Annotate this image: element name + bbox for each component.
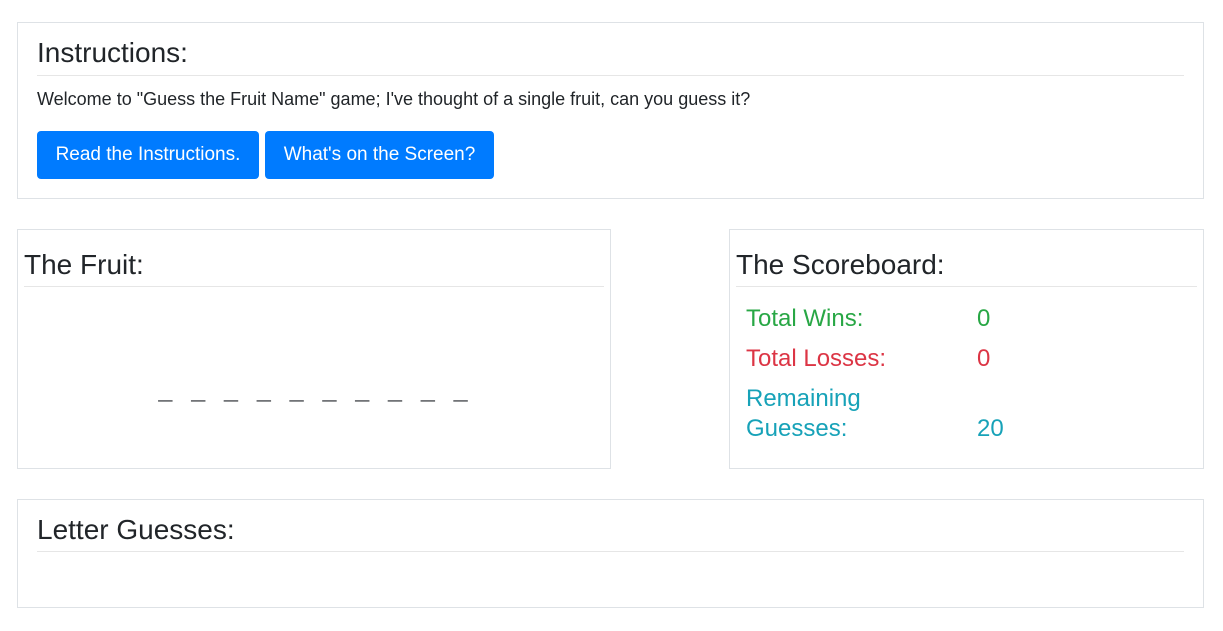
remaining-label: Remaining Guesses:	[746, 385, 861, 442]
read-instructions-button[interactable]: Read the Instructions.	[37, 131, 259, 179]
whats-on-screen-button[interactable]: What's on the Screen?	[265, 131, 494, 179]
losses-value: 0	[977, 345, 991, 372]
fruit-panel: The Fruit: _ _ _ _ _ _ _ _ _ _	[17, 229, 611, 469]
wins-value: 0	[977, 305, 991, 332]
letter-guesses-panel: Letter Guesses:	[17, 499, 1204, 608]
losses-label: Total Losses:	[746, 345, 887, 372]
letter-guesses-divider	[37, 551, 1184, 552]
wins-label: Total Wins:	[746, 305, 864, 332]
scoreboard-divider	[736, 286, 1197, 287]
scoreboard-title: The Scoreboard:	[736, 249, 945, 280]
remaining-value: 20	[977, 415, 1004, 442]
fruit-word-blanks: _ _ _ _ _ _ _ _ _ _	[158, 380, 470, 407]
scoreboard-panel: The Scoreboard: Total Wins: 0 Total Loss…	[729, 229, 1204, 469]
instructions-title: Instructions:	[37, 37, 188, 68]
fruit-title: The Fruit:	[24, 249, 144, 280]
instructions-divider	[37, 75, 1184, 76]
letter-guesses-title: Letter Guesses:	[37, 514, 235, 545]
fruit-divider	[24, 286, 604, 287]
instructions-intro: Welcome to "Guess the Fruit Name" game; …	[37, 89, 751, 109]
instructions-panel: Instructions: Welcome to "Guess the Frui…	[17, 22, 1204, 199]
